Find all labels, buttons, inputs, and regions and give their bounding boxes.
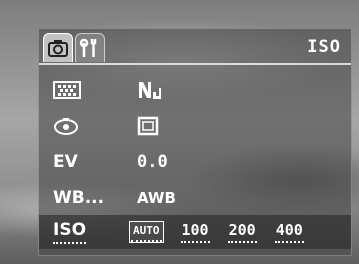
tab-shooting[interactable] [43,33,73,62]
iso-option-auto[interactable]: AUTO [129,221,164,243]
ev-value: 0.0 [137,152,168,172]
setup-tools-icon [79,38,97,57]
normal-compression-icon [139,82,161,99]
wb-value: AWB [137,189,176,207]
wb-label: WB... [53,188,105,208]
iso-option-400[interactable]: 400 [274,221,305,243]
metering-icon [54,118,78,135]
iso-label: ISO [53,220,87,244]
tab-divider [39,63,351,65]
menu-row-quality[interactable] [39,73,351,107]
menu-row-white-balance[interactable]: WB... AWB [39,181,351,215]
center-weighted-icon [137,116,159,136]
camera-menu-panel: ISO EV 0.0 WB... AWB ISO AUTO 100 200 40… [38,28,352,256]
tab-setup[interactable] [75,33,105,62]
camera-icon [48,40,68,57]
menu-row-ev[interactable]: EV 0.0 [39,145,351,179]
menu-title: ISO [307,37,341,57]
iso-option-100[interactable]: 100 [180,221,211,243]
iso-option-200[interactable]: 200 [227,221,258,243]
menu-row-iso[interactable]: ISO AUTO 100 200 400 [39,215,351,249]
picture-quality-icon [53,81,81,99]
ev-label: EV [53,152,78,172]
menu-row-metering[interactable] [39,109,351,143]
